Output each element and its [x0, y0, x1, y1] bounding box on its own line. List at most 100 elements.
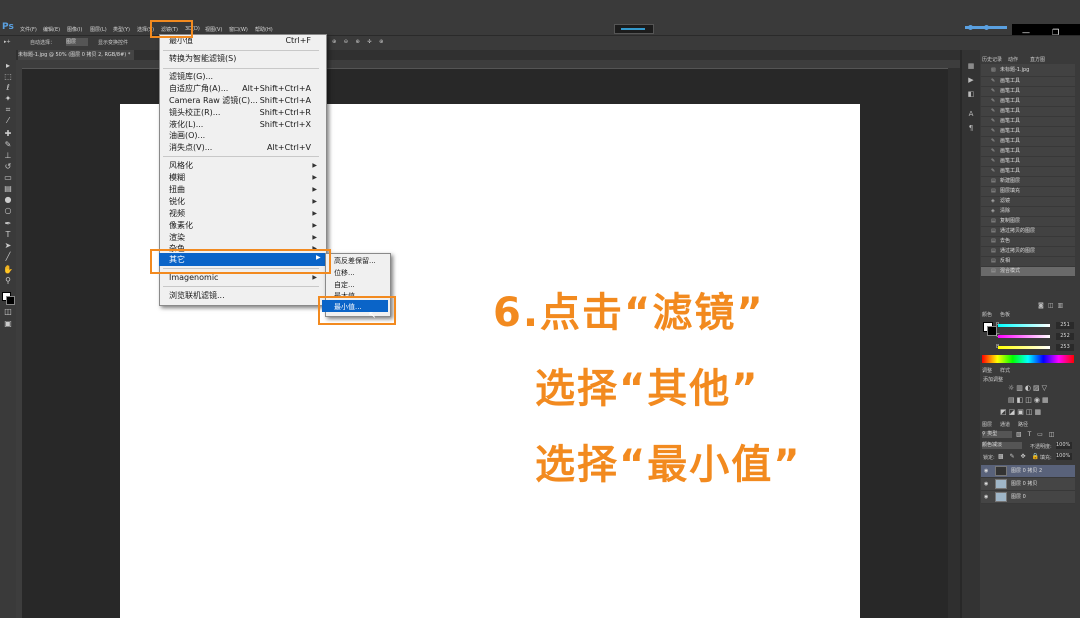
menu-browse-online[interactable]: 浏览联机滤镜... [169, 290, 319, 302]
green-value[interactable]: 252 [1056, 333, 1074, 340]
opacity-input[interactable]: 100% [1056, 442, 1072, 449]
lasso-tool-icon[interactable]: ℓ [3, 84, 13, 92]
menu-pixelate[interactable]: 像素化 ▶ [169, 220, 319, 232]
background-color-swatch[interactable] [6, 296, 15, 305]
auto-select-label[interactable]: 自动选择： [30, 39, 55, 46]
red-value[interactable]: 251 [1056, 322, 1074, 329]
history-item[interactable]: ▤ 复制图层 [981, 217, 1075, 227]
history-snapshot[interactable]: ▧ 未标题-1.jpg [981, 64, 1075, 77]
quick-mask-icon[interactable]: ◫ [3, 308, 13, 316]
menu-vanishing-point[interactable]: 消失点(V)... Alt+Ctrl+V [169, 142, 319, 154]
tab-adjustments[interactable]: 调整 [982, 367, 992, 374]
submenu-custom[interactable]: 自定... [334, 280, 355, 290]
eraser-tool-icon[interactable]: ▭ [3, 174, 13, 182]
tab-styles[interactable]: 样式 [1000, 367, 1010, 374]
menu-edit[interactable]: 编辑(E) [43, 26, 60, 33]
tab-swatches[interactable]: 色板 [1000, 311, 1010, 318]
screen-mode-icon[interactable]: ▣ [3, 320, 13, 328]
history-item[interactable]: ✎ 画笔工具 [981, 77, 1075, 87]
menu-help[interactable]: 帮助(H) [255, 26, 273, 33]
history-item-selected[interactable]: ▤ 混合模式 [981, 267, 1075, 277]
shape-tool-icon[interactable]: ╱ [3, 253, 13, 261]
histogram-panel-icon[interactable]: ◧ [966, 90, 976, 98]
layer-row[interactable]: ◉ 图层 0 [981, 491, 1075, 504]
menu-file[interactable]: 文件(F) [20, 26, 37, 33]
quick-select-icon[interactable]: ✦ [3, 95, 13, 103]
menu-window[interactable]: 窗口(W) [229, 26, 248, 33]
menu-lens-correction[interactable]: 镜头校正(R)... Shift+Ctrl+R [169, 107, 319, 119]
history-item[interactable]: ✎ 画笔工具 [981, 137, 1075, 147]
menu-type[interactable]: 类型(Y) [113, 26, 130, 33]
tab-layers[interactable]: 图层 [982, 421, 992, 428]
tab-history[interactable]: 历史记录 [982, 56, 1002, 63]
history-item[interactable]: ✎ 画笔工具 [981, 167, 1075, 177]
align-icons[interactable]: ⊕ ⊖ ⊕ ✣ ⊕ [332, 39, 386, 45]
history-panel-icon[interactable]: ▦ [966, 62, 976, 70]
path-select-icon[interactable]: ➤ [3, 242, 13, 250]
blend-mode-dropdown[interactable]: 颜色减淡 [982, 442, 1022, 449]
tab-actions[interactable]: 动作 [1008, 56, 1018, 63]
eyedropper-icon[interactable]: ⁄ [3, 117, 13, 125]
history-actions-icons[interactable]: ◙◫▥ [1038, 302, 1067, 309]
history-item[interactable]: ◈ 滤镜 [981, 197, 1075, 207]
stamp-tool-icon[interactable]: ⊥ [3, 152, 13, 160]
history-item[interactable]: ✎ 画笔工具 [981, 97, 1075, 107]
menu-layer[interactable]: 图层(L) [90, 26, 107, 33]
type-tool-icon[interactable]: T [3, 231, 13, 239]
color-spectrum-bar[interactable] [982, 355, 1074, 363]
menu-oil-paint[interactable]: 油画(O)... [169, 130, 319, 142]
blue-value[interactable]: 253 [1056, 344, 1074, 351]
history-item[interactable]: ✎ 画笔工具 [981, 147, 1075, 157]
brush-tool-icon[interactable]: ✎ [3, 141, 13, 149]
red-slider[interactable] [998, 324, 1050, 327]
history-item[interactable]: ✎ 画笔工具 [981, 87, 1075, 97]
history-item[interactable]: ▤ 图层填充 [981, 187, 1075, 197]
menu-stylize[interactable]: 风格化 ▶ [169, 160, 319, 172]
layer-row[interactable]: ◉ 图层 0 拷贝 [981, 478, 1075, 491]
healing-brush-icon[interactable]: ✚ [3, 130, 13, 138]
tab-channels[interactable]: 通道 [1000, 421, 1010, 428]
hand-tool-icon[interactable]: ✋ [3, 266, 13, 274]
paragraph-panel-icon[interactable]: ¶ [966, 124, 976, 132]
submenu-offset[interactable]: 位移... [334, 268, 355, 278]
layer-kind-filter[interactable]: ⚲ 类型 [982, 431, 1012, 438]
menu-blur[interactable]: 模糊 ▶ [169, 172, 319, 184]
adjustment-icons-row-3[interactable]: ◩◪▣◫▦ [1000, 408, 1043, 416]
menu-sharpen[interactable]: 锐化 ▶ [169, 196, 319, 208]
menu-distort[interactable]: 扭曲 ▶ [169, 184, 319, 196]
actions-panel-icon[interactable]: ▶ [966, 76, 976, 84]
pen-tool-icon[interactable]: ✒ [3, 220, 13, 228]
history-item[interactable]: ✎ 画笔工具 [981, 107, 1075, 117]
move-tool-icon[interactable]: ▸ [3, 62, 13, 70]
green-slider[interactable] [998, 335, 1050, 338]
blur-tool-icon[interactable]: ● [3, 196, 13, 204]
tab-color[interactable]: 颜色 [982, 311, 992, 318]
menu-convert-smart-filter[interactable]: 转换为智能滤镜(S) [169, 53, 319, 65]
zoom-tool-icon[interactable]: ⚲ [3, 277, 13, 285]
history-item[interactable]: ✎ 画笔工具 [981, 127, 1075, 137]
gradient-tool-icon[interactable]: ▤ [3, 185, 13, 193]
auto-select-dropdown[interactable]: 图层 [66, 38, 88, 46]
menu-video[interactable]: 视频 ▶ [169, 208, 319, 220]
tab-histogram[interactable]: 直方图 [1030, 56, 1045, 63]
adjustment-icons-row-1[interactable]: ☼▥◐▨▽ [1008, 384, 1049, 392]
show-transform-checkbox[interactable]: 显示变换控件 [98, 39, 128, 46]
menu-view[interactable]: 视图(V) [205, 26, 222, 33]
history-item[interactable]: ▤ 去色 [981, 237, 1075, 247]
document-tab[interactable]: 未标题-1.jpg @ 50% (图层 0 拷贝 2, RGB/8#) * [18, 50, 134, 60]
crop-tool-icon[interactable]: ⌗ [3, 106, 13, 114]
tab-paths[interactable]: 路径 [1018, 421, 1028, 428]
blue-slider[interactable] [998, 346, 1050, 349]
menu-image[interactable]: 图像(I) [67, 26, 82, 33]
marquee-tool-icon[interactable]: ⬚ [3, 73, 13, 81]
slider-handle[interactable] [984, 25, 989, 30]
history-item[interactable]: ▤ 通过拷贝的图层 [981, 247, 1075, 257]
move-tool-icon[interactable]: ▸+ [4, 39, 11, 45]
history-brush-icon[interactable]: ↺ [3, 163, 13, 171]
history-item[interactable]: ▤ 新建图层 [981, 177, 1075, 187]
dodge-tool-icon[interactable]: ○ [3, 207, 13, 215]
layer-filter-icons[interactable]: ▧ T ▭ ◫ [1016, 431, 1056, 438]
menu-adaptive-wide-angle[interactable]: 自适应广角(A)... Alt+Shift+Ctrl+A [169, 83, 319, 95]
fill-input[interactable]: 100% [1056, 453, 1072, 460]
vertical-scrollbar[interactable] [948, 68, 960, 618]
